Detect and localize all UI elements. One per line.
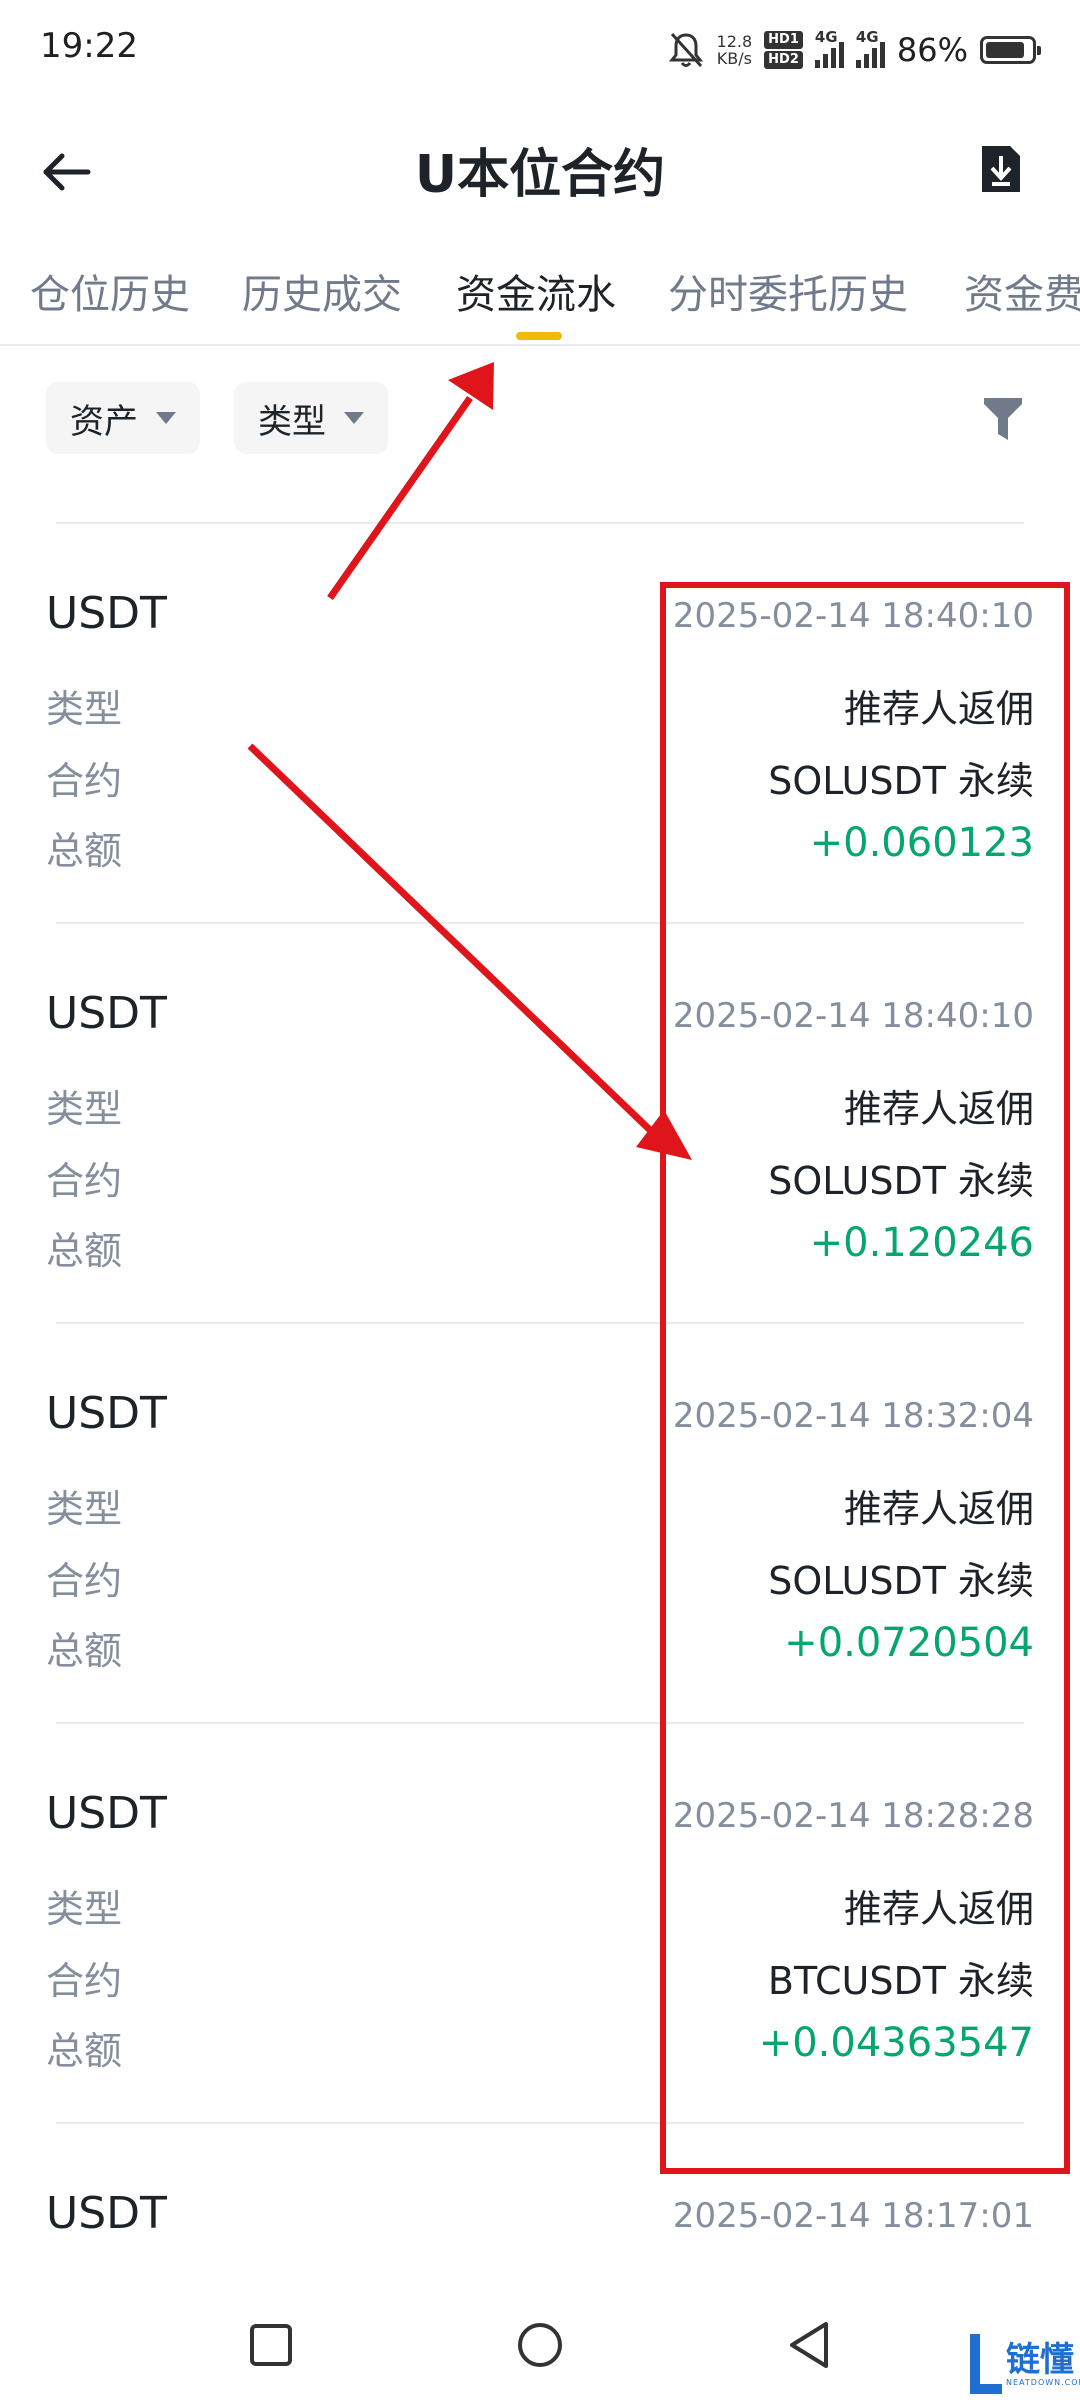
contract-label: 合约	[46, 1159, 123, 1203]
watermark-l-icon	[970, 2334, 1002, 2394]
type-label: 类型	[46, 1087, 123, 1131]
net-speed: 12.8 KB/s	[716, 32, 753, 68]
app-header: U本位合约	[0, 120, 1080, 220]
tab-fund-flow[interactable]: 资金流水	[456, 262, 616, 320]
battery-icon	[980, 36, 1041, 64]
triangle-back-icon	[790, 2322, 828, 2368]
record-asset: USDT	[46, 588, 167, 639]
amount-label: 总额	[46, 829, 123, 873]
list-divider	[56, 522, 1024, 524]
contract-label: 合约	[46, 1959, 123, 2003]
contract-label: 合约	[46, 759, 123, 803]
battery-fill	[986, 42, 1024, 58]
tab-twap-history[interactable]: 分时委托历史	[668, 262, 908, 320]
contract-label: 合约	[46, 1559, 123, 1603]
tab-trade-history[interactable]: 历史成交	[242, 262, 402, 320]
home-button[interactable]	[510, 2314, 570, 2374]
tab-position-history[interactable]: 仓位历史	[30, 262, 190, 320]
status-bar: 19:22 12.8 KB/s HD1 HD2 4G 4G 86%	[0, 0, 1080, 100]
system-nav-bar	[0, 2290, 1080, 2400]
record-asset: USDT	[46, 988, 167, 1039]
type-filter-dropdown[interactable]: 类型	[234, 382, 388, 454]
watermark-subtext: NEATDOWN.COM	[1006, 2378, 1080, 2387]
asset-filter-label: 资产	[70, 401, 138, 442]
type-label: 类型	[46, 1887, 123, 1931]
tabs-divider	[0, 344, 1080, 346]
tab-bar: 仓位历史 历史成交 资金流水 分时委托历史 资金费	[0, 250, 1080, 344]
circle-icon	[518, 2323, 562, 2367]
battery-percent: 86%	[896, 31, 968, 69]
status-icons: 12.8 KB/s HD1 HD2 4G 4G 86%	[667, 24, 1041, 76]
signal-icon: 4G	[814, 28, 844, 68]
watermark-logo: 链懂 NEATDOWN.COM	[966, 2328, 1080, 2400]
square-icon	[250, 2324, 292, 2366]
record-asset: USDT	[46, 1388, 167, 1439]
status-time: 19:22	[40, 26, 138, 66]
page-title: U本位合约	[414, 145, 666, 205]
type-label: 类型	[46, 1487, 123, 1531]
download-file-icon	[982, 146, 1020, 192]
tab-funding-fee[interactable]: 资金费	[964, 262, 1080, 320]
system-back-button[interactable]	[780, 2314, 840, 2374]
record-time: 2025-02-14 18:17:01	[672, 2196, 1034, 2236]
amount-label: 总额	[46, 1629, 123, 1673]
filter-button[interactable]	[982, 396, 1024, 442]
amount-label: 总额	[46, 1229, 123, 1273]
caret-down-icon	[344, 412, 364, 424]
active-tab-indicator	[516, 332, 562, 340]
caret-down-icon	[156, 412, 176, 424]
signal-icon-2: 4G	[855, 28, 885, 68]
record-item[interactable]: USDT 2025-02-14 18:17:01	[0, 2180, 1080, 2280]
record-asset: USDT	[46, 1788, 167, 1839]
funnel-icon	[984, 398, 1022, 440]
annotation-highlight-box	[660, 582, 1070, 2174]
amount-label: 总额	[46, 2029, 123, 2073]
type-filter-label: 类型	[258, 401, 326, 442]
bell-muted-icon	[668, 32, 703, 68]
type-label: 类型	[46, 687, 123, 731]
record-asset: USDT	[46, 2188, 167, 2239]
download-button[interactable]	[970, 138, 1032, 202]
recents-button[interactable]	[240, 2314, 300, 2374]
asset-filter-dropdown[interactable]: 资产	[46, 382, 200, 454]
watermark-text: 链懂	[1006, 2340, 1074, 2380]
hd-badge: HD1 HD2	[764, 31, 803, 69]
